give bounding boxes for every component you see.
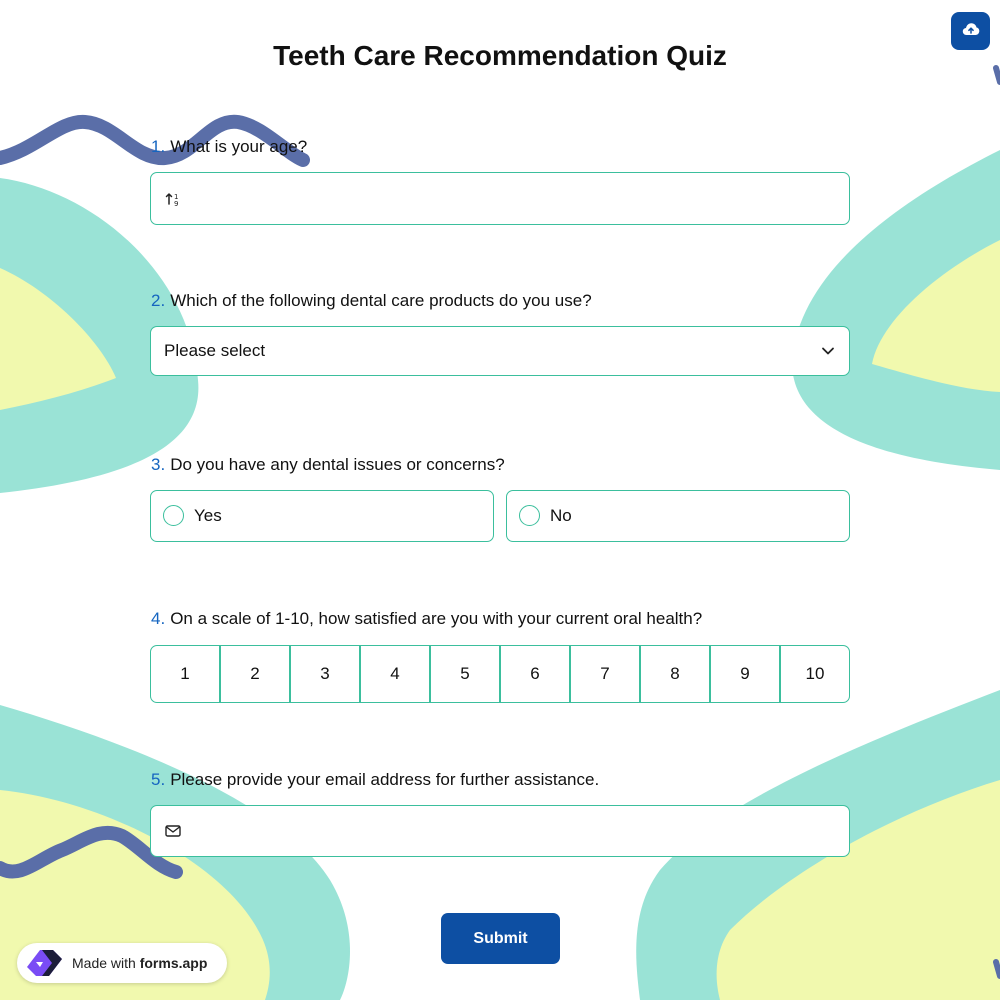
scale-option-3[interactable]: 3 — [289, 646, 359, 702]
scale-option-1[interactable]: 1 — [151, 646, 219, 702]
question-2-text: Which of the following dental care produ… — [170, 291, 592, 310]
scale-option-8[interactable]: 8 — [639, 646, 709, 702]
number-sort-icon: 1 9 — [165, 191, 181, 207]
question-4-number: 4. — [151, 609, 166, 628]
question-1-text: What is your age? — [170, 137, 308, 156]
radio-circle-icon — [163, 505, 184, 526]
chevron-down-icon — [821, 347, 835, 356]
scale-option-2[interactable]: 2 — [219, 646, 289, 702]
question-3-label: 3. Do you have any dental issues or conce… — [151, 455, 505, 475]
question-5-number: 5. — [151, 770, 166, 789]
question-5-text: Please provide your email address for fu… — [170, 770, 600, 789]
badge-text: Made with forms.app — [72, 955, 207, 971]
cloud-upload-icon — [962, 22, 980, 41]
scale-option-9[interactable]: 9 — [709, 646, 779, 702]
scale-option-7[interactable]: 7 — [569, 646, 639, 702]
made-with-badge[interactable]: Made with forms.app — [17, 943, 227, 983]
scale-option-6[interactable]: 6 — [499, 646, 569, 702]
question-5-label: 5. Please provide your email address for … — [151, 770, 599, 790]
submit-button[interactable]: Submit — [441, 913, 560, 964]
radio-label-no: No — [550, 506, 572, 525]
radio-option-yes[interactable]: Yes — [150, 490, 494, 542]
question-1-label: 1. What is your age? — [151, 137, 307, 157]
select-placeholder: Please select — [164, 341, 266, 360]
question-3-number: 3. — [151, 455, 166, 474]
question-4-text: On a scale of 1-10, how satisfied are yo… — [170, 609, 703, 628]
badge-prefix: Made with — [72, 955, 136, 971]
dental-products-select[interactable]: Please select — [150, 326, 850, 376]
question-2-label: 2. Which of the following dental care pro… — [151, 291, 592, 311]
scale-option-10[interactable]: 10 — [779, 646, 849, 702]
svg-text:9: 9 — [174, 200, 178, 207]
scale-option-5[interactable]: 5 — [429, 646, 499, 702]
form-title: Teeth Care Recommendation Quiz — [273, 40, 727, 71]
age-input[interactable]: 1 9 — [150, 172, 850, 225]
question-4-label: 4. On a scale of 1-10, how satisfied are … — [151, 609, 702, 629]
satisfaction-scale: 1 2 3 4 5 6 7 8 9 10 — [150, 645, 850, 703]
email-input[interactable] — [150, 805, 850, 857]
envelope-icon — [165, 825, 181, 838]
question-2-number: 2. — [151, 291, 166, 310]
radio-label-yes: Yes — [194, 506, 222, 525]
radio-option-no[interactable]: No — [506, 490, 850, 542]
radio-circle-icon — [519, 505, 540, 526]
badge-brand: forms.app — [139, 955, 208, 971]
question-1-number: 1. — [151, 137, 166, 156]
question-3-text: Do you have any dental issues or concern… — [170, 455, 505, 474]
scale-option-4[interactable]: 4 — [359, 646, 429, 702]
forms-app-logo-icon — [26, 946, 66, 980]
form-layer: Teeth Care Recommendation Quiz 1. What is… — [0, 0, 1000, 1000]
